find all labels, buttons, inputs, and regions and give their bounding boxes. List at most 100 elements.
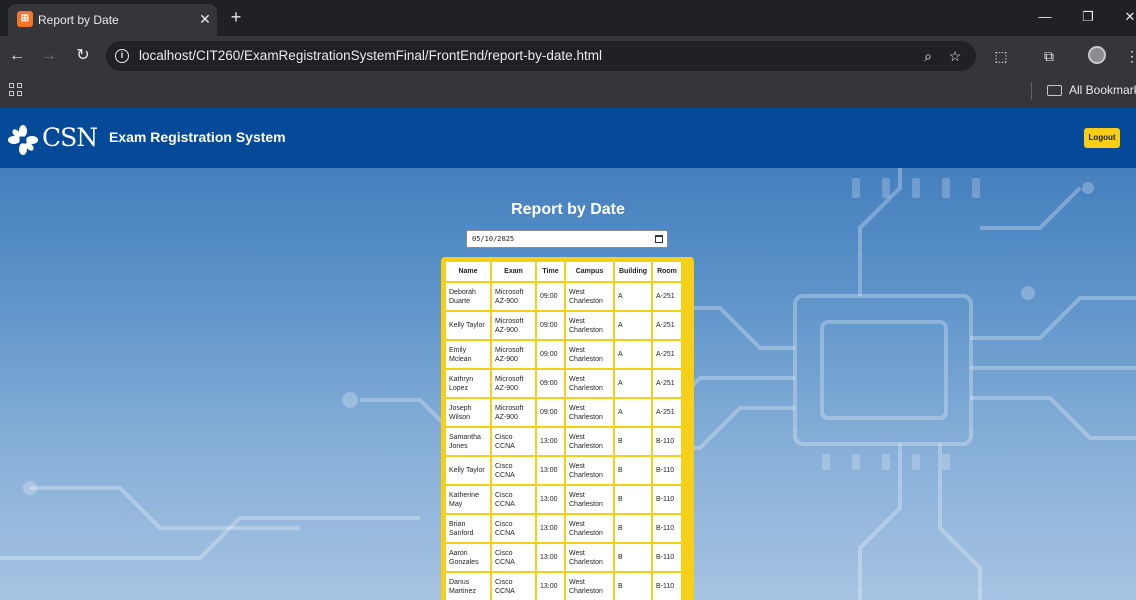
calendar-icon[interactable]	[655, 235, 663, 243]
exam-cell: Cisco CCNA	[492, 515, 535, 542]
report-table-body: Deborah Duarte Microsoft AZ-900 09:00 West …	[446, 283, 681, 600]
campus-cell: West Charleston	[566, 399, 613, 426]
time-cell: 09:00	[537, 312, 564, 339]
time-cell: 13:00	[537, 486, 564, 513]
table-row: Brian Sanford Cisco CCNA 13:00 West Charles…	[446, 515, 681, 542]
room-cell: B-110	[653, 573, 681, 600]
page-content: CSN Exam Registration System Logout Repo…	[0, 108, 1136, 600]
exam-cell: Cisco CCNA	[492, 457, 535, 484]
name-cell: Joseph Wilson	[446, 399, 490, 426]
campus-cell: West Charleston	[566, 486, 613, 513]
table-row: Samantha Jones Cisco CCNA 13:00 West Charle…	[446, 428, 681, 455]
report-table: Name Exam Time Campus Building Room Debo…	[444, 260, 683, 600]
column-header-room: Room	[653, 262, 681, 281]
tab-close-icon[interactable]: ✕	[196, 10, 214, 28]
campus-cell: West Charleston	[566, 573, 613, 600]
time-cell: 09:00	[537, 283, 564, 310]
site-title: Exam Registration System	[109, 129, 286, 145]
bookmark-star-icon[interactable]: ☆	[945, 46, 965, 66]
campus-cell: West Charleston	[566, 515, 613, 542]
back-icon[interactable]: ←	[5, 44, 29, 68]
campus-cell: West Charleston	[566, 283, 613, 310]
column-header-exam: Exam	[492, 262, 535, 281]
time-cell: 13:00	[537, 428, 564, 455]
time-cell: 13:00	[537, 573, 564, 600]
table-row: Deborah Duarte Microsoft AZ-900 09:00 West …	[446, 283, 681, 310]
browser-menu-icon[interactable]: ⋮	[1120, 44, 1136, 68]
building-cell: B	[615, 428, 651, 455]
table-row: Kathryn Lopez Microsoft AZ-900 09:00 West C…	[446, 370, 681, 397]
csn-logo-text: CSN	[42, 123, 98, 152]
logout-button[interactable]: Logout	[1084, 128, 1120, 148]
browser-tab[interactable]: ⊞ Report by Date ✕	[8, 4, 217, 36]
exam-cell: Microsoft AZ-900	[492, 312, 535, 339]
table-header-row: Name Exam Time Campus Building Room	[446, 262, 681, 281]
room-cell: B-110	[653, 544, 681, 571]
close-window-icon[interactable]: ✕	[1119, 6, 1136, 28]
time-cell: 13:00	[537, 457, 564, 484]
table-row: Emily Mclean Microsoft AZ-900 09:00 West Ch…	[446, 341, 681, 368]
building-cell: B	[615, 515, 651, 542]
room-cell: A-251	[653, 283, 681, 310]
exam-cell: Microsoft AZ-900	[492, 283, 535, 310]
building-cell: A	[615, 283, 651, 310]
building-cell: B	[615, 573, 651, 600]
csn-flower-logo-icon	[8, 125, 38, 155]
building-cell: A	[615, 399, 651, 426]
exam-cell: Cisco CCNA	[492, 428, 535, 455]
building-cell: B	[615, 544, 651, 571]
room-cell: A-251	[653, 312, 681, 339]
name-cell: Deborah Duarte	[446, 283, 490, 310]
table-row: Katherine May Cisco CCNA 13:00 West Charles…	[446, 486, 681, 513]
name-cell: Aaron Gonzales	[446, 544, 490, 571]
name-cell: Kelly Taylor	[446, 312, 490, 339]
site-info-icon[interactable]: i	[115, 49, 129, 63]
browser-toolbar: ← → ↻ i localhost/CIT260/ExamRegistratio…	[0, 36, 1136, 76]
time-cell: 13:00	[537, 515, 564, 542]
room-cell: B-110	[653, 515, 681, 542]
name-cell: Kelly Taylor	[446, 457, 490, 484]
room-cell: A-251	[653, 399, 681, 426]
column-header-name: Name	[446, 262, 490, 281]
new-tab-button[interactable]: +	[225, 6, 247, 28]
exam-cell: Microsoft AZ-900	[492, 399, 535, 426]
exam-cell: Cisco CCNA	[492, 486, 535, 513]
page-title: Report by Date	[511, 201, 625, 218]
address-bar[interactable]: i localhost/CIT260/ExamRegistrationSyste…	[106, 41, 976, 71]
url-text[interactable]: localhost/CIT260/ExamRegistrationSystemF…	[139, 48, 602, 63]
tab-title: Report by Date	[38, 13, 119, 27]
name-cell: Brian Sanford	[446, 515, 490, 542]
room-cell: B-110	[653, 457, 681, 484]
profile-avatar[interactable]	[1088, 46, 1106, 64]
report-date-input[interactable]: 05/10/2025	[466, 230, 668, 248]
exam-cell: Microsoft AZ-900	[492, 341, 535, 368]
extensions-icon[interactable]: ⬚	[989, 44, 1013, 68]
apps-grid-icon[interactable]	[9, 83, 23, 97]
campus-cell: West Charleston	[566, 544, 613, 571]
column-header-campus: Campus	[566, 262, 613, 281]
room-cell: B-110	[653, 486, 681, 513]
bookmarks-bar: All Bookmarks	[0, 76, 1136, 108]
report-table-container: Name Exam Time Campus Building Room Debo…	[441, 257, 694, 600]
xampp-favicon-icon: ⊞	[17, 11, 33, 27]
time-cell: 13:00	[537, 544, 564, 571]
building-cell: B	[615, 457, 651, 484]
table-row: Darius Martinez Cisco CCNA 13:00 West Charl…	[446, 573, 681, 600]
name-cell: Samantha Jones	[446, 428, 490, 455]
time-cell: 09:00	[537, 399, 564, 426]
minimize-window-icon[interactable]: —	[1034, 6, 1056, 28]
table-row: Kelly Taylor Microsoft AZ-900 09:00 West Ch…	[446, 312, 681, 339]
all-bookmarks-link[interactable]: All Bookmarks	[1069, 83, 1136, 97]
exam-cell: Microsoft AZ-900	[492, 370, 535, 397]
column-header-time: Time	[537, 262, 564, 281]
folder-icon	[1047, 85, 1062, 96]
google-lens-icon[interactable]: ⧉	[1037, 44, 1061, 68]
zoom-icon[interactable]: ⌕	[918, 46, 938, 66]
restore-window-icon[interactable]: ❐	[1077, 6, 1099, 28]
table-row: Joseph Wilson Microsoft AZ-900 09:00 West C…	[446, 399, 681, 426]
column-header-building: Building	[615, 262, 651, 281]
date-input-value: 05/10/2025	[472, 235, 515, 243]
reload-icon[interactable]: ↻	[71, 44, 95, 68]
forward-icon[interactable]: →	[37, 44, 61, 68]
campus-cell: West Charleston	[566, 457, 613, 484]
